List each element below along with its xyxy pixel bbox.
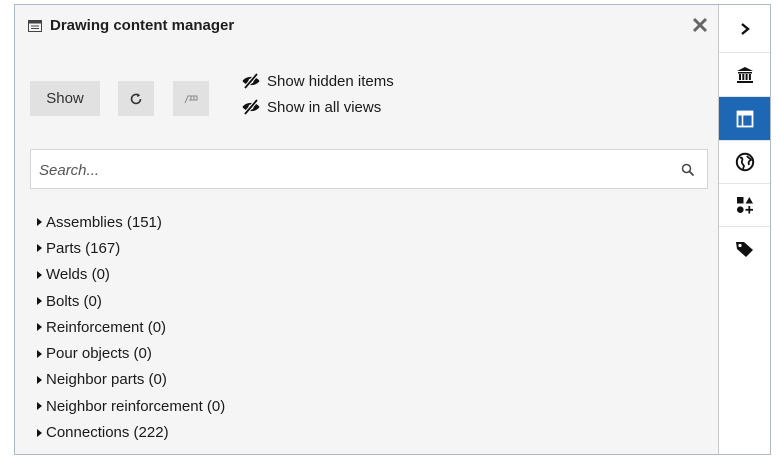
eye-slash-icon [242,73,260,89]
refresh-button[interactable] [118,81,154,116]
expand-arrow-icon[interactable] [37,244,42,253]
expand-arrow-icon[interactable] [37,375,42,384]
panel-header: Drawing content manager [15,5,718,45]
tree-item-neighbor-reinforcement[interactable]: Neighbor reinforcement (0) [37,393,677,419]
tree-item-bolts[interactable]: Bolts (0) [37,288,677,314]
eye-slash-icon [242,99,260,115]
close-icon[interactable] [691,16,709,34]
side-pane-bar [719,5,770,454]
tree-item-label: Parts (167) [46,239,121,257]
expand-arrow-icon[interactable] [37,402,42,411]
show-hidden-items-label: Show hidden items [267,72,394,90]
tree-item-neighbor-parts[interactable]: Neighbor parts (0) [37,367,677,393]
tree-item-label: Reinforcement (0) [46,318,167,336]
tree-item-label: Pour objects (0) [46,345,152,363]
tree-item-label: Bolts (0) [46,292,102,310]
tree-item-connections[interactable]: Connections (222) [37,419,677,445]
search-icon[interactable] [681,163,695,177]
panel-title: Drawing content manager [50,17,235,34]
tree-item-parts[interactable]: Parts (167) [37,235,677,261]
globe-icon [735,152,754,172]
expand-arrow-icon[interactable] [37,297,42,306]
expand-arrow-icon[interactable] [37,323,42,332]
tree-item-label: Welds (0) [46,266,110,284]
tag-icon [735,242,753,257]
tree-item-welds[interactable]: Welds (0) [37,262,677,288]
show-in-all-views-label: Show in all views [267,98,382,116]
mark-button[interactable] [173,81,209,116]
globe-button[interactable] [719,141,770,184]
tree-item-label: Connections (222) [46,424,169,442]
tree-item-label: Assemblies (151) [46,213,162,231]
toolbar: Show Show hidden items Show in all views [15,61,718,141]
show-button[interactable]: Show [30,81,100,116]
search-input[interactable] [37,150,661,190]
panel-icon [28,20,42,32]
show-hidden-items-toggle[interactable]: Show hidden items [241,70,394,92]
drawing-content-manager-button[interactable] [719,97,770,141]
expand-arrow-icon[interactable] [37,349,42,358]
catalog-button[interactable] [719,53,770,97]
chevron-right-icon [740,22,750,35]
tree-item-label: Neighbor parts (0) [46,371,167,389]
shapes-button[interactable] [719,184,770,227]
content-tree: Assemblies (151) Parts (167) Welds (0) B… [37,209,677,446]
collapse-panel-button[interactable] [719,5,770,53]
shapes-icon [736,197,753,214]
tree-item-reinforcement[interactable]: Reinforcement (0) [37,314,677,340]
drawing-content-icon [736,110,753,127]
expand-arrow-icon[interactable] [37,428,42,437]
tree-item-assemblies[interactable]: Assemblies (151) [37,209,677,235]
tree-item-label: Neighbor reinforcement (0) [46,397,226,415]
expand-arrow-icon[interactable] [37,218,42,227]
tree-item-pour-objects[interactable]: Pour objects (0) [37,340,677,366]
catalog-icon [736,66,753,83]
mark-icon [184,95,198,103]
drawing-content-manager-window: Drawing content manager Show Show hidden… [14,4,771,455]
expand-arrow-icon[interactable] [37,270,42,279]
search-box [30,149,708,190]
show-in-all-views-toggle[interactable]: Show in all views [241,96,381,118]
content-panel: Drawing content manager Show Show hidden… [15,5,719,454]
refresh-icon [130,92,142,104]
tag-button[interactable] [719,227,770,271]
